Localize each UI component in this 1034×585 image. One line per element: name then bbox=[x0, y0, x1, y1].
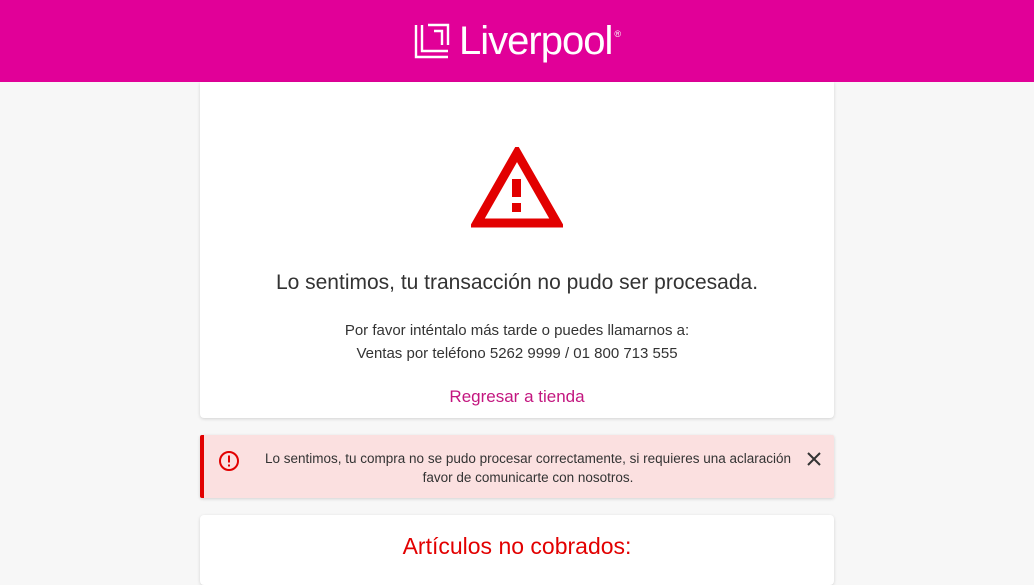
site-header: Liverpool ® bbox=[0, 0, 1034, 82]
error-circle-icon bbox=[219, 451, 239, 471]
registered-mark: ® bbox=[614, 29, 621, 39]
alert-line1: Lo sentimos, tu compra no se pudo proces… bbox=[264, 451, 792, 466]
error-message-line1: Por favor inténtalo más tarde o puedes l… bbox=[344, 322, 690, 339]
alert-line2: favor de comunicarte con nosotros. bbox=[422, 470, 634, 485]
error-message: Por favor inténtalo más tarde o puedes l… bbox=[200, 319, 834, 365]
close-icon[interactable] bbox=[804, 449, 824, 469]
error-alert: Lo sentimos, tu compra no se pudo proces… bbox=[200, 435, 834, 498]
error-card: Lo sentimos, tu transacción no pudo ser … bbox=[200, 82, 834, 418]
unbilled-items-card: Artículos no cobrados: bbox=[200, 515, 834, 585]
liverpool-logo-icon bbox=[414, 23, 450, 59]
error-title: Lo sentimos, tu transacción no pudo ser … bbox=[275, 271, 759, 294]
brand-name: Liverpool bbox=[459, 19, 613, 63]
back-to-store-link[interactable]: Regresar a tienda bbox=[200, 387, 834, 407]
brand-logo[interactable]: Liverpool ® bbox=[413, 21, 621, 61]
warning-triangle-icon bbox=[471, 147, 563, 228]
phone-line: Ventas por teléfono 5262 9999 / 01 800 7… bbox=[356, 345, 678, 362]
unbilled-items-title: Artículos no cobrados: bbox=[402, 533, 632, 559]
alert-message: Lo sentimos, tu compra no se pudo proces… bbox=[248, 449, 808, 487]
